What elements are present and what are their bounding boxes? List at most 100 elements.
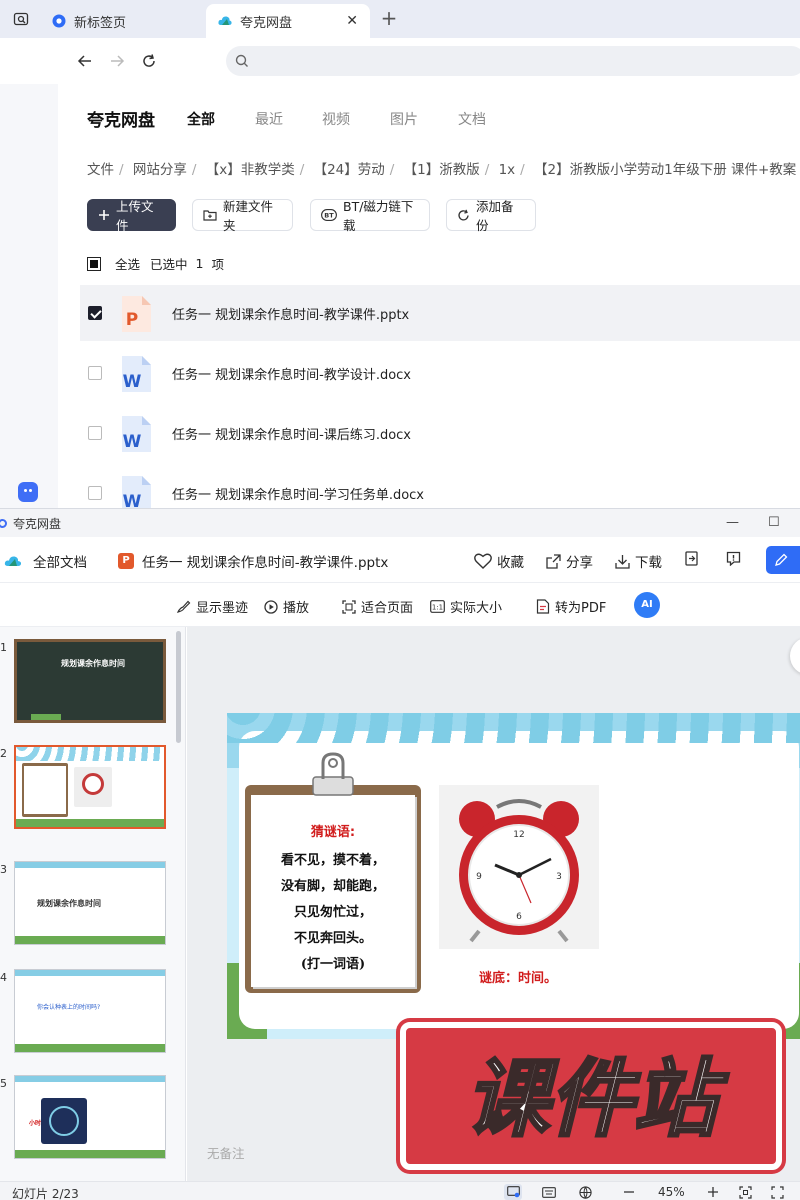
- breadcrumb-item[interactable]: 【24】劳动: [314, 162, 385, 178]
- viewer-toolbar: 全部文档 P 任务一 规划课余作息时间-教学课件.pptx 收藏 分享 下载: [0, 537, 800, 583]
- pdf-convert-icon: [536, 599, 550, 614]
- actual-size-label: 实际大小: [450, 601, 503, 616]
- pptx-file-icon: P: [122, 296, 151, 332]
- tab-new-tab-page[interactable]: 新标签页: [40, 4, 204, 38]
- file-checkbox[interactable]: [88, 366, 102, 380]
- breadcrumb-item[interactable]: 【1】浙教版: [404, 162, 480, 178]
- open-external-icon[interactable]: [684, 551, 699, 566]
- bt-download-button[interactable]: BT BT/磁力链下载: [310, 199, 430, 233]
- file-row[interactable]: W 任务一 规划课余作息时间-学习任务单.docx: [80, 465, 800, 508]
- breadcrumb-item[interactable]: 1x: [499, 162, 516, 178]
- add-backup-button[interactable]: 添加备份: [446, 199, 536, 233]
- back-arrow-icon[interactable]: [74, 50, 96, 72]
- slide-thumbnail-5[interactable]: 小时: [14, 1075, 166, 1159]
- slide-thumbnail-4[interactable]: 你会认种表上的时间吗?: [14, 969, 166, 1053]
- maximize-button[interactable]: ☐: [768, 515, 780, 530]
- file-row[interactable]: W 任务一 规划课余作息时间-课后练习.docx: [80, 405, 800, 461]
- browser-nav-bar: [0, 38, 800, 84]
- breadcrumb-item[interactable]: 【x】非教学类: [206, 162, 295, 178]
- selected-count: 1: [195, 256, 204, 271]
- all-docs-label: 全部文档: [33, 555, 87, 571]
- ai-assistant-button[interactable]: AI: [634, 592, 660, 618]
- breadcrumb-item[interactable]: 文件: [87, 162, 114, 178]
- thumb-grass-decoration: [15, 936, 165, 944]
- viewer-window-title: 夸克网盘: [13, 516, 62, 531]
- thumb-title: 规划课余作息时间: [61, 659, 125, 668]
- select-all-checkbox[interactable]: [87, 256, 101, 271]
- assistant-robot-icon[interactable]: [18, 482, 38, 502]
- slide-thumbnail-3[interactable]: 规划课余作息时间: [14, 861, 166, 945]
- svg-text:BT: BT: [324, 212, 334, 220]
- actual-size-button[interactable]: 1:1 实际大小: [430, 597, 502, 616]
- file-checkbox[interactable]: [88, 306, 102, 320]
- file-checkbox[interactable]: [88, 426, 102, 440]
- thumbnail-scrollbar[interactable]: [176, 631, 181, 743]
- fullscreen-icon[interactable]: [768, 1184, 786, 1200]
- forward-arrow-icon[interactable]: [106, 50, 128, 72]
- slide-thumbnail-1[interactable]: 规划课余作息时间: [14, 639, 166, 723]
- file-name[interactable]: 任务一 规划课余作息时间-教学课件.pptx: [172, 304, 409, 323]
- favorite-label: 收藏: [497, 555, 524, 571]
- quark-logo-icon: [52, 14, 66, 28]
- file-row[interactable]: W 任务一 规划课余作息时间-教学设计.docx: [80, 345, 800, 401]
- new-tab-button[interactable]: +: [378, 6, 400, 32]
- play-button[interactable]: 播放: [264, 597, 309, 616]
- select-all-label[interactable]: 全选: [115, 254, 140, 273]
- tab-quark-drive[interactable]: 夸克网盘 ✕: [206, 4, 370, 38]
- file-row[interactable]: P 任务一 规划课余作息时间-教学课件.pptx: [80, 285, 800, 341]
- zoom-in-icon[interactable]: [704, 1184, 722, 1200]
- share-button[interactable]: 分享: [546, 551, 593, 571]
- reload-icon[interactable]: [138, 50, 160, 72]
- normal-view-icon[interactable]: [504, 1184, 522, 1200]
- svg-text:12: 12: [513, 830, 524, 840]
- riddle-title: 猜谜语:: [310, 825, 356, 840]
- ink-pen-icon: [176, 599, 191, 614]
- show-ink-button[interactable]: 显示墨迹: [176, 597, 248, 616]
- left-rail: [0, 84, 58, 508]
- slide-wave-border: [227, 713, 800, 743]
- docx-file-icon: W: [122, 476, 151, 508]
- nav-tab-all[interactable]: 全部: [187, 109, 215, 129]
- nav-tab-video[interactable]: 视频: [322, 109, 350, 129]
- slide-thumbnail-2[interactable]: [14, 745, 166, 829]
- file-name[interactable]: 任务一 规划课余作息时间-教学设计.docx: [172, 364, 411, 383]
- thumb-number: 4: [0, 971, 7, 984]
- breadcrumb-separator: /: [389, 162, 395, 178]
- new-folder-button[interactable]: 新建文件夹: [192, 199, 293, 233]
- pptx-badge-icon: P: [118, 553, 134, 569]
- address-bar[interactable]: [226, 46, 800, 76]
- breadcrumb-item[interactable]: 网站分享: [133, 162, 187, 178]
- feedback-icon[interactable]: [726, 551, 741, 566]
- share-icon: [546, 553, 561, 569]
- breadcrumb-separator: /: [299, 162, 305, 178]
- keyboard-icon[interactable]: [540, 1184, 558, 1200]
- clipboard-paper: 猜谜语: 看不见，摸不着， 没有脚，却能跑， 只见匆忙过， 不见奔回头。 (打一…: [251, 795, 415, 987]
- fit-window-icon[interactable]: [736, 1184, 754, 1200]
- thumb-number: 3: [0, 863, 7, 876]
- cloud-drive-icon: [4, 554, 22, 568]
- edit-button[interactable]: [766, 546, 800, 574]
- globe-icon[interactable]: [576, 1184, 594, 1200]
- all-docs-button[interactable]: 全部文档: [4, 551, 87, 571]
- watermark-stamp: 课件站: [400, 1022, 782, 1170]
- nav-tab-images[interactable]: 图片: [390, 109, 418, 129]
- sync-icon: [457, 209, 470, 222]
- side-panel-toggle[interactable]: [790, 637, 800, 675]
- zoom-out-icon[interactable]: [620, 1184, 638, 1200]
- fit-page-button[interactable]: 适合页面: [342, 597, 413, 616]
- favorite-button[interactable]: 收藏: [474, 551, 524, 571]
- breadcrumb-separator: /: [520, 162, 525, 178]
- upload-file-button[interactable]: 上传文件: [87, 199, 176, 233]
- minimize-button[interactable]: —: [726, 515, 739, 530]
- close-tab-icon[interactable]: ✕: [346, 13, 358, 29]
- thumb-decoration: [31, 714, 61, 720]
- file-name[interactable]: 任务一 规划课余作息时间-学习任务单.docx: [172, 484, 424, 503]
- file-name[interactable]: 任务一 规划课余作息时间-课后练习.docx: [172, 424, 411, 443]
- convert-pdf-button[interactable]: 转为PDF: [536, 597, 606, 616]
- nav-tab-docs[interactable]: 文档: [458, 109, 486, 129]
- file-checkbox[interactable]: [88, 486, 102, 500]
- nav-tab-recent[interactable]: 最近: [255, 109, 283, 129]
- viewer-title-bar: 夸克网盘 — ☐: [0, 509, 800, 537]
- tab-search-icon[interactable]: [6, 4, 36, 34]
- download-button[interactable]: 下载: [615, 551, 662, 571]
